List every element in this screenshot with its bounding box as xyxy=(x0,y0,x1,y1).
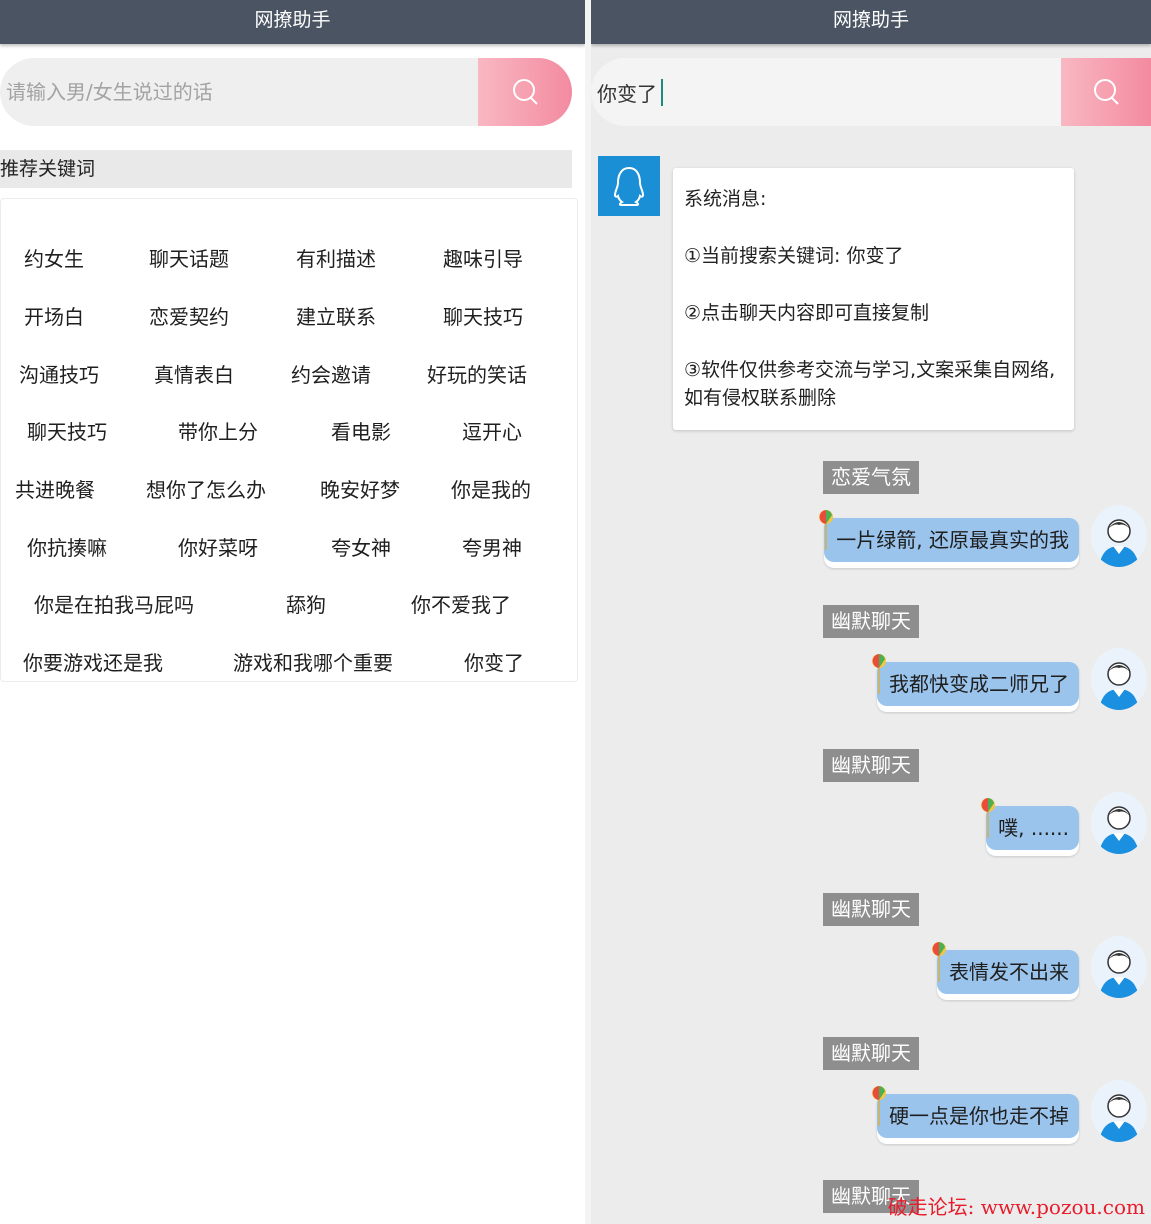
search-bar xyxy=(0,58,572,126)
keyword-item[interactable]: 共进晚餐 xyxy=(15,474,95,503)
keyword-item[interactable]: 约女生 xyxy=(24,243,84,272)
user-avatar xyxy=(1091,1080,1147,1142)
search-button[interactable] xyxy=(478,58,572,126)
keyword-item[interactable]: 聊天技巧 xyxy=(443,301,523,330)
message-category-tag: 恋爱气氛 xyxy=(823,461,919,494)
penguin-icon xyxy=(613,166,645,206)
keyword-item[interactable]: 趣味引导 xyxy=(443,243,523,272)
keyword-item[interactable]: 开场白 xyxy=(24,301,84,330)
user-avatar-icon xyxy=(1099,662,1139,710)
keyword-item[interactable]: 恋爱契约 xyxy=(149,301,229,330)
chat-bubble[interactable]: 我都快变成二师兄了 xyxy=(872,654,1079,712)
chat-bubble[interactable]: 噗, ...... xyxy=(981,798,1079,856)
result-pane: 网撩助手 系统消息: ①当前搜索关键词: 你变了 ②点击聊天内容即可直接复制 ③… xyxy=(591,0,1151,1224)
chat-bubble[interactable]: 硬一点是你也走不掉 xyxy=(872,1086,1079,1144)
chat-bubble-text: 一片绿箭, 还原最真实的我 xyxy=(836,528,1069,552)
balloon-icon xyxy=(932,942,946,982)
chat-bubble[interactable]: 表情发不出来 xyxy=(932,942,1079,1000)
balloon-icon xyxy=(981,798,996,838)
keyword-item[interactable]: 夸男神 xyxy=(462,532,522,561)
keyword-item[interactable]: 沟通技巧 xyxy=(19,359,99,388)
chat-bubble-text: 噗, ...... xyxy=(998,816,1069,840)
system-message-line: ③软件仅供参考交流与学习,文案采集自网络,如有侵权联系删除 xyxy=(684,359,1056,409)
search-button[interactable] xyxy=(1061,58,1151,126)
keyword-item[interactable]: 你要游戏还是我 xyxy=(23,647,163,676)
keyword-item[interactable]: 逗开心 xyxy=(462,416,522,445)
system-message-card[interactable]: 系统消息: ①当前搜索关键词: 你变了 ②点击聊天内容即可直接复制 ③软件仅供参… xyxy=(673,168,1074,430)
keyword-item[interactable]: 你是我的 xyxy=(451,474,531,503)
balloon-icon xyxy=(872,1086,886,1126)
user-avatar-icon xyxy=(1099,806,1139,854)
user-avatar-icon xyxy=(1099,1094,1139,1142)
keyword-item[interactable]: 好玩的笑话 xyxy=(427,359,527,388)
keywords-header: 推荐关键词 xyxy=(0,150,572,188)
keyword-item[interactable]: 晚安好梦 xyxy=(320,474,400,503)
user-avatar xyxy=(1091,792,1147,854)
system-avatar xyxy=(598,156,660,216)
app-title: 网撩助手 xyxy=(591,0,1151,44)
search-bar xyxy=(591,58,1151,126)
search-icon xyxy=(1094,79,1119,105)
keyword-item[interactable]: 建立联系 xyxy=(296,301,376,330)
keyword-pane: 网撩助手 推荐关键词 约女生 聊天话题 有利描述 趣味引导 开场白 恋爱契约 建… xyxy=(0,0,585,1224)
search-icon xyxy=(513,79,538,105)
user-avatar xyxy=(1091,648,1147,710)
keyword-item[interactable]: 你是在拍我马屁吗 xyxy=(34,589,194,618)
keyword-item[interactable]: 你变了 xyxy=(464,647,524,676)
message-category-tag: 幽默聊天 xyxy=(823,749,919,782)
keyword-item[interactable]: 想你了怎么办 xyxy=(146,474,266,503)
keyword-item[interactable]: 真情表白 xyxy=(154,359,234,388)
keyword-item[interactable]: 看电影 xyxy=(331,416,391,445)
watermark: 破走论坛: www.pozou.com xyxy=(887,1195,1145,1219)
user-avatar-icon xyxy=(1099,519,1139,567)
keyword-item[interactable]: 你不爱我了 xyxy=(411,589,511,618)
balloon-icon xyxy=(872,654,886,694)
app-title: 网撩助手 xyxy=(0,0,585,44)
system-message-title: 系统消息: xyxy=(684,188,767,210)
keyword-item[interactable]: 舔狗 xyxy=(286,589,326,618)
chat-bubble-text: 表情发不出来 xyxy=(949,960,1069,984)
keyword-grid: 约女生 聊天话题 有利描述 趣味引导 开场白 恋爱契约 建立联系 聊天技巧 沟通… xyxy=(0,198,578,682)
balloon-icon xyxy=(819,510,834,550)
keyword-item[interactable]: 聊天话题 xyxy=(149,243,229,272)
system-message-line: ②点击聊天内容即可直接复制 xyxy=(684,302,930,324)
message-category-tag: 幽默聊天 xyxy=(823,893,919,926)
chat-bubble[interactable]: 一片绿箭, 还原最真实的我 xyxy=(819,510,1079,568)
text-caret xyxy=(661,79,663,106)
system-message-line: ①当前搜索关键词: 你变了 xyxy=(684,245,904,267)
keyword-item[interactable]: 游戏和我哪个重要 xyxy=(233,647,393,676)
keyword-item[interactable]: 聊天技巧 xyxy=(27,416,107,445)
keyword-item[interactable]: 你好菜呀 xyxy=(178,532,258,561)
keyword-item[interactable]: 你抗揍嘛 xyxy=(27,532,107,561)
user-avatar xyxy=(1091,936,1147,998)
chat-bubble-text: 我都快变成二师兄了 xyxy=(889,672,1069,696)
keyword-item[interactable]: 有利描述 xyxy=(296,243,376,272)
user-avatar xyxy=(1091,505,1147,567)
keyword-item[interactable]: 约会邀请 xyxy=(291,359,371,388)
chat-bubble-text: 硬一点是你也走不掉 xyxy=(889,1104,1069,1128)
keyword-item[interactable]: 带你上分 xyxy=(178,416,258,445)
user-avatar-icon xyxy=(1099,950,1139,998)
keyword-item[interactable]: 夸女神 xyxy=(331,532,391,561)
message-category-tag: 幽默聊天 xyxy=(823,605,919,638)
message-category-tag: 幽默聊天 xyxy=(823,1037,919,1070)
search-input[interactable] xyxy=(0,58,470,126)
